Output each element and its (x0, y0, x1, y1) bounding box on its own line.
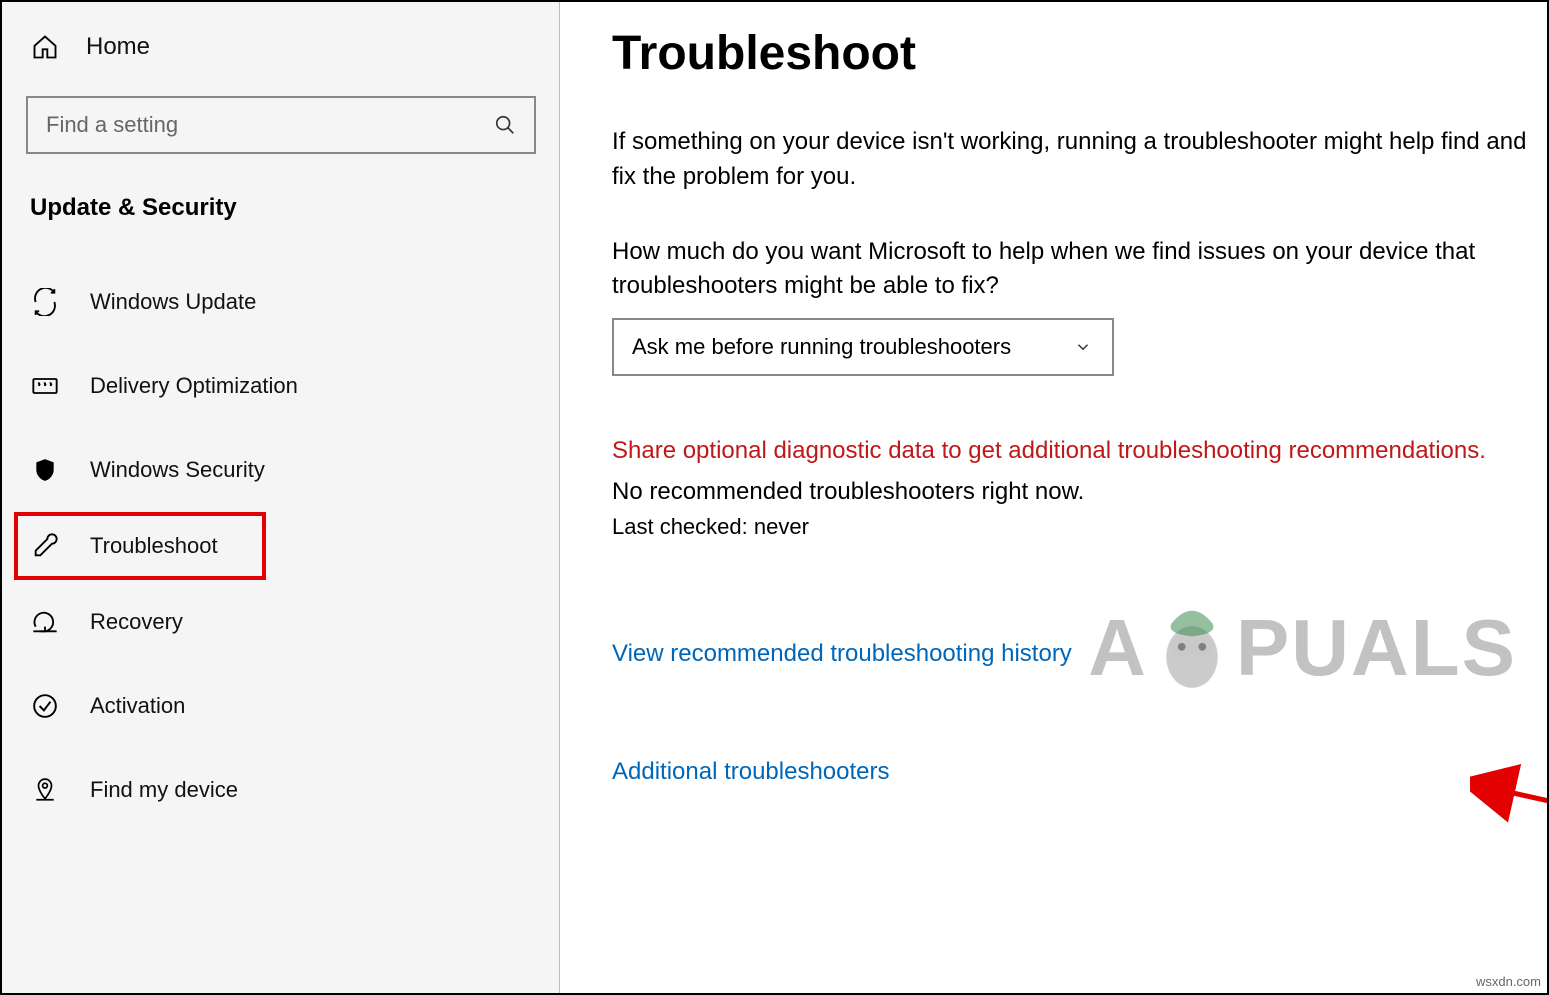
sidebar-item-label: Windows Update (90, 289, 256, 315)
sync-icon (30, 287, 60, 317)
sidebar-item-label: Troubleshoot (90, 533, 218, 559)
sidebar-item-delivery-optimization[interactable]: Delivery Optimization (2, 344, 559, 428)
sidebar-item-recovery[interactable]: Recovery (2, 580, 559, 664)
view-history-link[interactable]: View recommended troubleshooting history (612, 640, 1072, 668)
search-icon (494, 114, 516, 136)
sidebar-item-label: Activation (90, 693, 185, 719)
sidebar-item-label: Delivery Optimization (90, 373, 298, 399)
home-nav[interactable]: Home (2, 22, 559, 82)
no-recommended-text: No recommended troubleshooters right now… (612, 478, 1547, 506)
sidebar-item-windows-update[interactable]: Windows Update (2, 260, 559, 344)
sidebar-item-find-my-device[interactable]: Find my device (2, 748, 559, 832)
home-icon (30, 32, 60, 62)
diagnostic-notice: Share optional diagnostic data to get ad… (612, 434, 1522, 468)
question-text: How much do you want Microsoft to help w… (612, 235, 1547, 305)
sidebar-item-activation[interactable]: Activation (2, 664, 559, 748)
sidebar-item-label: Find my device (90, 777, 238, 803)
category-heading: Update & Security (2, 154, 559, 250)
home-label: Home (86, 33, 150, 61)
sidebar-item-label: Windows Security (90, 457, 265, 483)
sidebar-item-troubleshoot[interactable]: Troubleshoot (14, 512, 266, 580)
troubleshoot-preference-dropdown[interactable]: Ask me before running troubleshooters (612, 318, 1114, 376)
additional-troubleshooters-link[interactable]: Additional troubleshooters (612, 758, 890, 786)
intro-text: If something on your device isn't workin… (612, 125, 1532, 195)
nav-list: Windows Update Delivery Optimization (2, 250, 559, 832)
shield-icon (30, 455, 60, 485)
recovery-icon (30, 607, 60, 637)
search-input[interactable] (46, 112, 494, 138)
main-content: Troubleshoot If something on your device… (560, 2, 1547, 993)
sidebar-item-windows-security[interactable]: Windows Security (2, 428, 559, 512)
dropdown-value: Ask me before running troubleshooters (632, 334, 1011, 360)
settings-sidebar: Home Update & Security (2, 2, 560, 993)
source-caption: wsxdn.com (1476, 974, 1541, 989)
search-box[interactable] (26, 96, 536, 154)
chevron-down-icon (1074, 338, 1092, 356)
page-title: Troubleshoot (612, 26, 1547, 81)
last-checked-text: Last checked: never (612, 514, 1547, 540)
location-icon (30, 775, 60, 805)
check-circle-icon (30, 691, 60, 721)
sidebar-item-label: Recovery (90, 609, 183, 635)
wrench-icon (30, 531, 60, 561)
delivery-icon (30, 371, 60, 401)
